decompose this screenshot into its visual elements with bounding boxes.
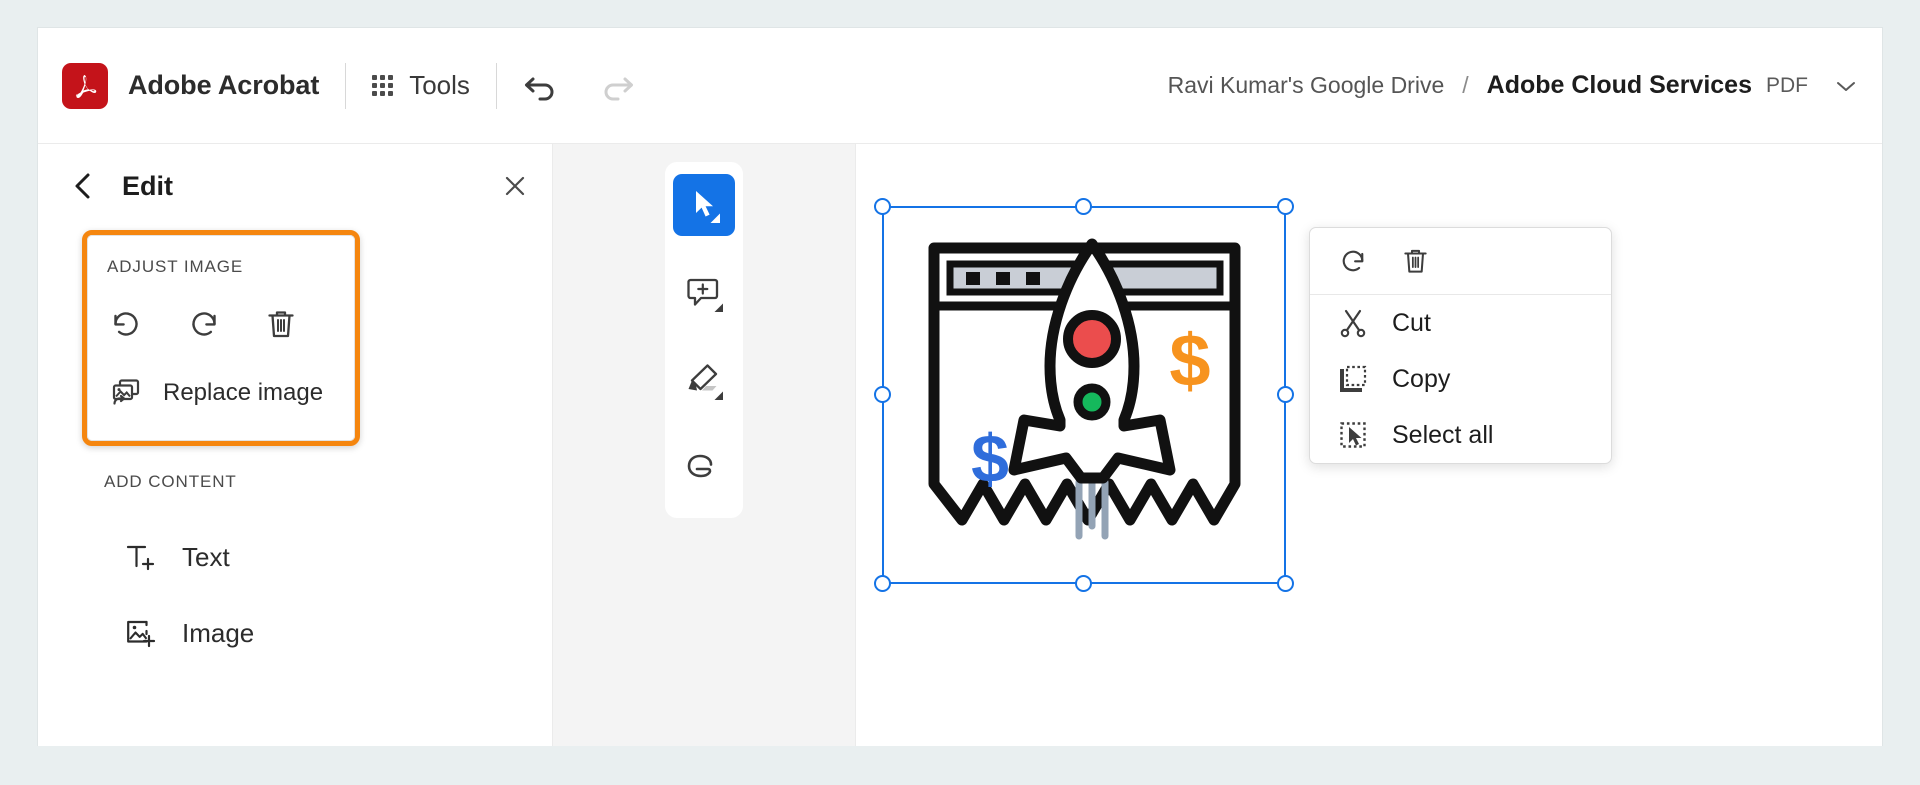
vertical-tool-strip [553,144,856,746]
context-menu-label-select-all: Select all [1392,420,1494,449]
image-context-menu: Cut Copy Select all [1309,227,1612,464]
header-divider-2 [495,62,497,109]
add-text-label: Text [182,541,230,572]
scissors-icon [1338,308,1368,338]
tools-button[interactable]: Tools [372,70,470,101]
select-all-icon [1338,420,1368,450]
add-text-button[interactable]: Text [124,540,230,574]
svg-text:$: $ [1169,319,1210,402]
resize-handle-top-left[interactable] [874,198,891,215]
header-left-group: Adobe Acrobat Tools [38,62,635,109]
sidebar-header: Edit [38,144,552,228]
undo-redo-group [523,71,635,101]
tool-pill-container [665,162,743,518]
context-menu-label-copy: Copy [1392,364,1451,393]
acrobat-logo-icon [62,62,108,109]
resize-handle-bottom-left[interactable] [874,575,891,592]
app-header: Adobe Acrobat Tools Ravi Kumar's Google … [38,28,1882,144]
replace-image-button[interactable]: Replace image [109,377,323,409]
comment-tool-button[interactable] [673,262,735,324]
resize-handle-middle-right[interactable] [1277,386,1294,403]
header-divider-1 [345,62,347,109]
select-tool-button[interactable] [673,174,735,236]
app-title: Adobe Acrobat [128,70,320,100]
add-content-section-label: Add content [104,472,237,491]
chevron-down-icon[interactable] [1834,78,1858,94]
redo-arrow-icon[interactable] [597,71,635,101]
svg-text:$: $ [971,421,1009,497]
page-title: Edit [122,170,173,201]
adjust-image-section-label: Adjust image [107,257,244,276]
context-menu-item-select-all[interactable]: Select all [1310,407,1611,463]
acrobat-app-window: Adobe Acrobat Tools Ravi Kumar's Google … [38,28,1882,746]
document-canvas[interactable]: $ $ Cut Copy Select all [856,144,1882,746]
trash-icon[interactable] [1400,246,1430,276]
rocket-receipt-illustration: $ $ [928,238,1241,540]
draw-tool-button[interactable] [673,438,735,500]
trash-icon[interactable] [265,307,297,341]
resize-handle-top-right[interactable] [1277,198,1294,215]
resize-handle-bottom-right[interactable] [1277,575,1294,592]
add-image-button[interactable]: Image [124,616,254,650]
adjust-image-card: Adjust image [82,230,360,446]
resize-handle-middle-left[interactable] [874,386,891,403]
add-image-label: Image [182,617,255,648]
chevron-left-icon[interactable] [66,167,100,205]
context-menu-label-cut: Cut [1392,308,1431,337]
rotate-right-icon[interactable] [187,307,221,341]
rotate-left-icon[interactable] [109,307,143,341]
replace-image-icon [109,377,143,409]
grid-apps-icon [372,75,394,96]
replace-image-label: Replace image [163,379,324,406]
breadcrumb: Ravi Kumar's Google Drive / Adobe Cloud … [1168,28,1858,143]
file-type-label: PDF [1766,73,1808,97]
edit-sidebar-panel: Edit Adjust image [38,144,553,746]
close-x-icon[interactable] [502,173,528,199]
rotate-right-icon[interactable] [1338,246,1368,276]
resize-handle-bottom-center[interactable] [1075,575,1092,592]
copy-icon [1338,364,1368,394]
selected-image-object[interactable]: $ $ [874,198,1294,592]
resize-handle-top-center[interactable] [1075,198,1092,215]
adjust-image-actions [109,307,297,341]
undo-arrow-icon[interactable] [523,71,561,101]
tools-button-label: Tools [409,70,470,100]
context-menu-item-copy[interactable]: Copy [1310,351,1611,407]
context-menu-item-cut[interactable]: Cut [1310,295,1611,351]
breadcrumb-current-document: Adobe Cloud Services [1486,71,1752,99]
breadcrumb-parent[interactable]: Ravi Kumar's Google Drive [1168,72,1445,99]
add-image-icon [124,616,160,650]
highlight-tool-button[interactable] [673,350,735,412]
context-menu-quick-actions [1310,228,1611,295]
add-text-icon [124,540,160,574]
app-body: Edit Adjust image [38,144,1882,746]
breadcrumb-separator: / [1462,72,1469,98]
